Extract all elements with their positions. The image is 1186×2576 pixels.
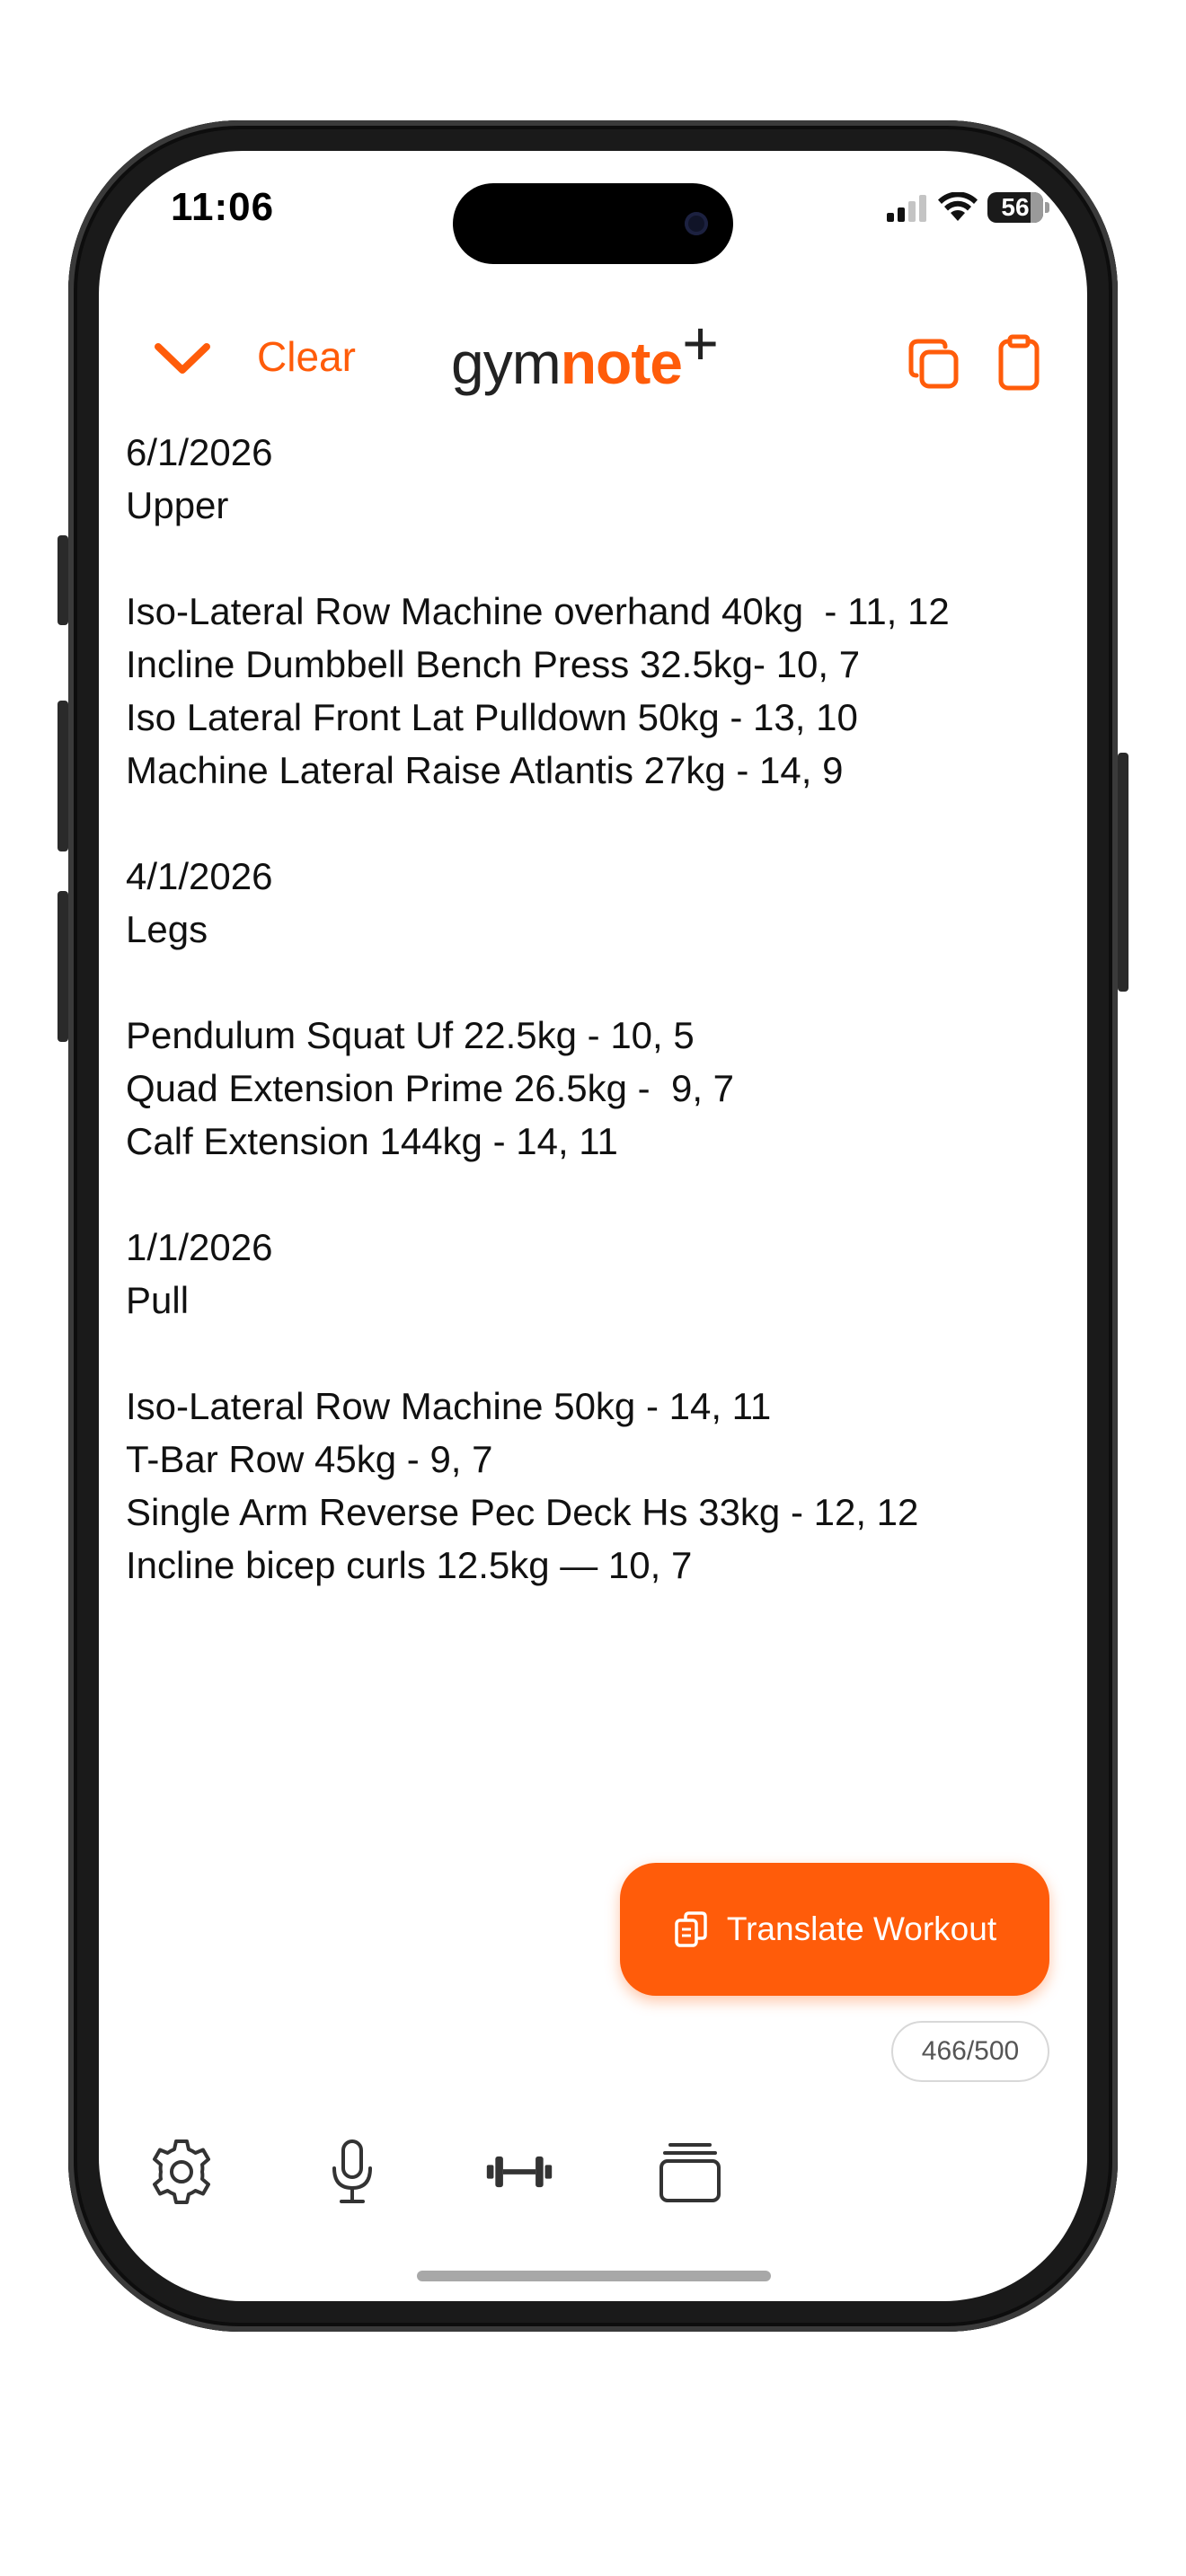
- phone-action-button: [58, 535, 68, 625]
- dynamic-island: [453, 183, 733, 264]
- note-line: 4/1/2026: [126, 855, 273, 897]
- voice-input-button[interactable]: [316, 2136, 388, 2208]
- front-camera-icon: [685, 212, 708, 235]
- settings-button[interactable]: [146, 2136, 217, 2208]
- phone-volume-up-button: [58, 701, 68, 851]
- chevron-down-icon: [155, 343, 210, 374]
- note-line: Machine Lateral Raise Atlantis 27kg - 14…: [126, 749, 844, 791]
- workout-note-editor[interactable]: 6/1/2026 Upper Iso-Lateral Row Machine ove…: [126, 426, 1060, 1592]
- logo-note: note: [560, 330, 683, 396]
- documents-icon: [675, 1911, 707, 1947]
- logo-plus: +: [682, 308, 719, 378]
- note-blank-line: [126, 532, 1060, 585]
- microphone-icon: [332, 2139, 372, 2203]
- battery-icon: 56: [987, 192, 1043, 223]
- note-line: 1/1/2026: [126, 1226, 273, 1268]
- clipboard-icon: [998, 334, 1040, 391]
- app-screen: 11:06 56 Clear gymnote + 6/1/2026 Upper …: [99, 151, 1087, 2301]
- history-button[interactable]: [654, 2136, 726, 2208]
- note-line: Single Arm Reverse Pec Deck Hs 33kg - 12…: [126, 1491, 919, 1533]
- app-logo: gymnote +: [451, 308, 719, 397]
- note-blank-line: [126, 797, 1060, 850]
- note-line: Legs: [126, 908, 208, 950]
- note-line: Incline bicep curls 12.5kg — 10, 7: [126, 1544, 693, 1586]
- workouts-button[interactable]: [483, 2136, 555, 2208]
- note-blank-line: [126, 1327, 1060, 1380]
- copy-button[interactable]: [907, 338, 961, 392]
- status-time: 11:06: [171, 185, 275, 229]
- dumbbell-icon: [486, 2156, 553, 2188]
- battery-level: 56: [1001, 193, 1030, 221]
- note-line: Quad Extension Prime 26.5kg - 9, 7: [126, 1067, 735, 1109]
- cellular-signal-icon: [887, 195, 926, 222]
- collapse-button[interactable]: [151, 331, 214, 384]
- note-blank-line: [126, 956, 1060, 1009]
- character-count-badge: 466/500: [891, 2021, 1049, 2082]
- gear-icon: [153, 2139, 210, 2204]
- note-line: Iso-Lateral Row Machine overhand 40kg - …: [126, 590, 950, 632]
- battery-nub: [1045, 202, 1049, 213]
- copy-icon: [908, 339, 959, 389]
- note-blank-line: [126, 1168, 1060, 1221]
- translate-workout-button[interactable]: Translate Workout: [620, 1863, 1049, 1996]
- note-line: Pull: [126, 1279, 190, 1321]
- note-line: T-Bar Row 45kg - 9, 7: [126, 1438, 493, 1480]
- status-indicators: 56: [885, 192, 1049, 223]
- phone-power-button: [1118, 753, 1128, 992]
- note-line: Calf Extension 144kg - 14, 11: [126, 1120, 618, 1162]
- note-line: Upper: [126, 484, 229, 526]
- home-indicator[interactable]: [417, 2271, 771, 2281]
- phone-volume-down-button: [58, 891, 68, 1042]
- note-line: Pendulum Squat Uf 22.5kg - 10, 5: [126, 1014, 695, 1056]
- wifi-icon: [938, 192, 978, 221]
- note-line: Iso Lateral Front Lat Pulldown 50kg - 13…: [126, 696, 858, 738]
- logo-gym: gym: [451, 330, 562, 396]
- clear-button[interactable]: Clear: [257, 332, 356, 381]
- note-line: 6/1/2026: [126, 431, 273, 473]
- app-header: Clear gymnote +: [99, 304, 1087, 411]
- note-line: Iso-Lateral Row Machine 50kg - 14, 11: [126, 1385, 772, 1427]
- paste-button[interactable]: [994, 334, 1044, 392]
- translate-workout-label: Translate Workout: [726, 1910, 997, 1947]
- stack-icon: [659, 2143, 721, 2202]
- note-line: Incline Dumbbell Bench Press 32.5kg- 10,…: [126, 643, 861, 685]
